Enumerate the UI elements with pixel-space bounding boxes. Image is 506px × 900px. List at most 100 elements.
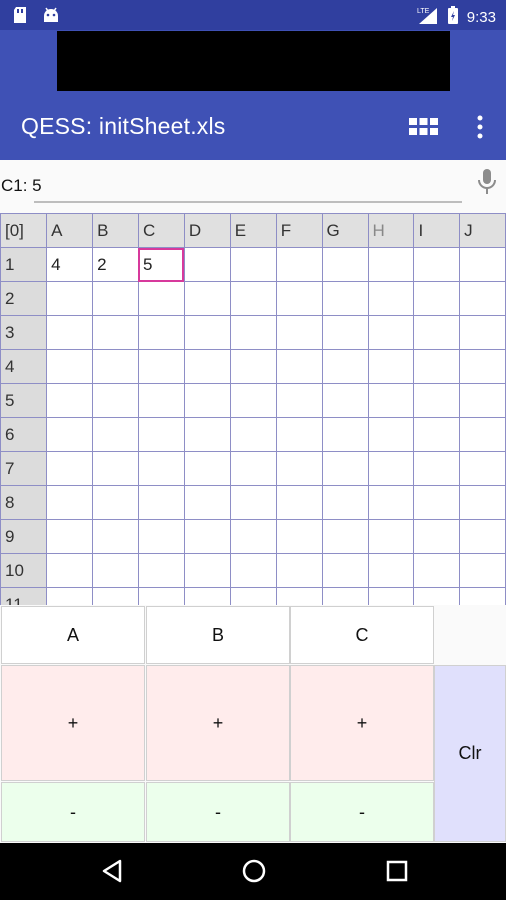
cell-h3[interactable] [367,315,415,350]
cell-f10[interactable] [275,553,323,588]
cell-e7[interactable] [229,451,277,486]
cell-b7[interactable] [92,451,139,486]
cell-b4[interactable] [92,349,139,384]
cell-a1[interactable]: 4 [46,247,94,282]
cell-f8[interactable] [275,485,323,520]
cell-a6[interactable] [46,417,94,452]
column-header-d[interactable]: D [183,213,231,248]
cell-h4[interactable] [367,349,415,384]
column-header-b[interactable]: B [92,213,139,248]
cell-c9[interactable] [137,519,185,554]
cell-g8[interactable] [321,485,369,520]
cell-i11[interactable] [413,587,461,605]
cell-i5[interactable] [413,383,461,418]
cell-c7[interactable] [137,451,185,486]
cell-e1[interactable] [229,247,277,282]
minus-b-button[interactable]: - [146,782,290,842]
cell-g4[interactable] [321,349,369,384]
home-icon[interactable] [240,857,268,885]
cell-h11[interactable] [367,587,415,605]
cell-a5[interactable] [46,383,94,418]
plus-b-button[interactable]: + [146,665,290,781]
cell-e9[interactable] [229,519,277,554]
cell-f11[interactable] [275,587,323,605]
cell-c3[interactable] [137,315,185,350]
cell-i8[interactable] [413,485,461,520]
cell-e2[interactable] [229,281,277,316]
cell-a2[interactable] [46,281,94,316]
cell-f9[interactable] [275,519,323,554]
row-header[interactable]: 10 [0,553,48,588]
clear-button[interactable]: Clr [434,665,506,842]
recents-icon[interactable] [383,857,411,885]
cell-g2[interactable] [321,281,369,316]
cell-h9[interactable] [367,519,415,554]
cell-i1[interactable] [413,247,461,282]
cell-j7[interactable] [459,451,506,486]
cell-g5[interactable] [321,383,369,418]
cell-h6[interactable] [367,417,415,452]
minus-c-button[interactable]: - [290,782,434,842]
cell-h2[interactable] [367,281,415,316]
cell-b10[interactable] [92,553,139,588]
cell-b11[interactable] [92,587,139,605]
cell-b3[interactable] [92,315,139,350]
row-header[interactable]: 4 [0,349,48,384]
mic-icon[interactable] [477,168,497,196]
cell-c5[interactable] [137,383,185,418]
cell-j9[interactable] [459,519,506,554]
cell-f4[interactable] [275,349,323,384]
cell-e10[interactable] [229,553,277,588]
cell-b2[interactable] [92,281,139,316]
cell-b8[interactable] [92,485,139,520]
cell-a9[interactable] [46,519,94,554]
cell-f5[interactable] [275,383,323,418]
column-header-c[interactable]: C [137,213,185,248]
column-header-j[interactable]: J [459,213,506,248]
cell-f7[interactable] [275,451,323,486]
column-header-h[interactable]: H [367,213,415,248]
cell-a3[interactable] [46,315,94,350]
cell-e11[interactable] [229,587,277,605]
cell-j6[interactable] [459,417,506,452]
cell-j5[interactable] [459,383,506,418]
cell-e8[interactable] [229,485,277,520]
cell-e6[interactable] [229,417,277,452]
cell-j11[interactable] [459,587,506,605]
cell-d11[interactable] [183,587,231,605]
column-header-a[interactable]: A [46,213,94,248]
cell-i10[interactable] [413,553,461,588]
cell-d1[interactable] [183,247,231,282]
key-c[interactable]: C [290,606,434,664]
cell-i4[interactable] [413,349,461,384]
cell-c10[interactable] [137,553,185,588]
sheet-corner[interactable]: [0] [0,213,48,248]
cell-b9[interactable] [92,519,139,554]
cell-c2[interactable] [137,281,185,316]
cell-j10[interactable] [459,553,506,588]
cell-j2[interactable] [459,281,506,316]
row-header[interactable]: 7 [0,451,48,486]
column-header-g[interactable]: G [321,213,369,248]
cell-i7[interactable] [413,451,461,486]
key-b[interactable]: B [146,606,290,664]
column-header-f[interactable]: F [275,213,323,248]
formula-input[interactable]: C1: 5 [0,176,462,196]
cell-g11[interactable] [321,587,369,605]
cell-h1[interactable] [367,247,415,282]
cell-c11[interactable] [137,587,185,605]
cell-e3[interactable] [229,315,277,350]
plus-a-button[interactable]: + [1,665,145,781]
cell-c6[interactable] [137,417,185,452]
cell-g10[interactable] [321,553,369,588]
row-header[interactable]: 9 [0,519,48,554]
key-a[interactable]: A [1,606,145,664]
column-header-e[interactable]: E [229,213,277,248]
cell-f3[interactable] [275,315,323,350]
cell-a11[interactable] [46,587,94,605]
cell-b1[interactable]: 2 [92,247,139,282]
plus-c-button[interactable]: + [290,665,434,781]
cell-d8[interactable] [183,485,231,520]
row-header[interactable]: 5 [0,383,48,418]
cell-e4[interactable] [229,349,277,384]
